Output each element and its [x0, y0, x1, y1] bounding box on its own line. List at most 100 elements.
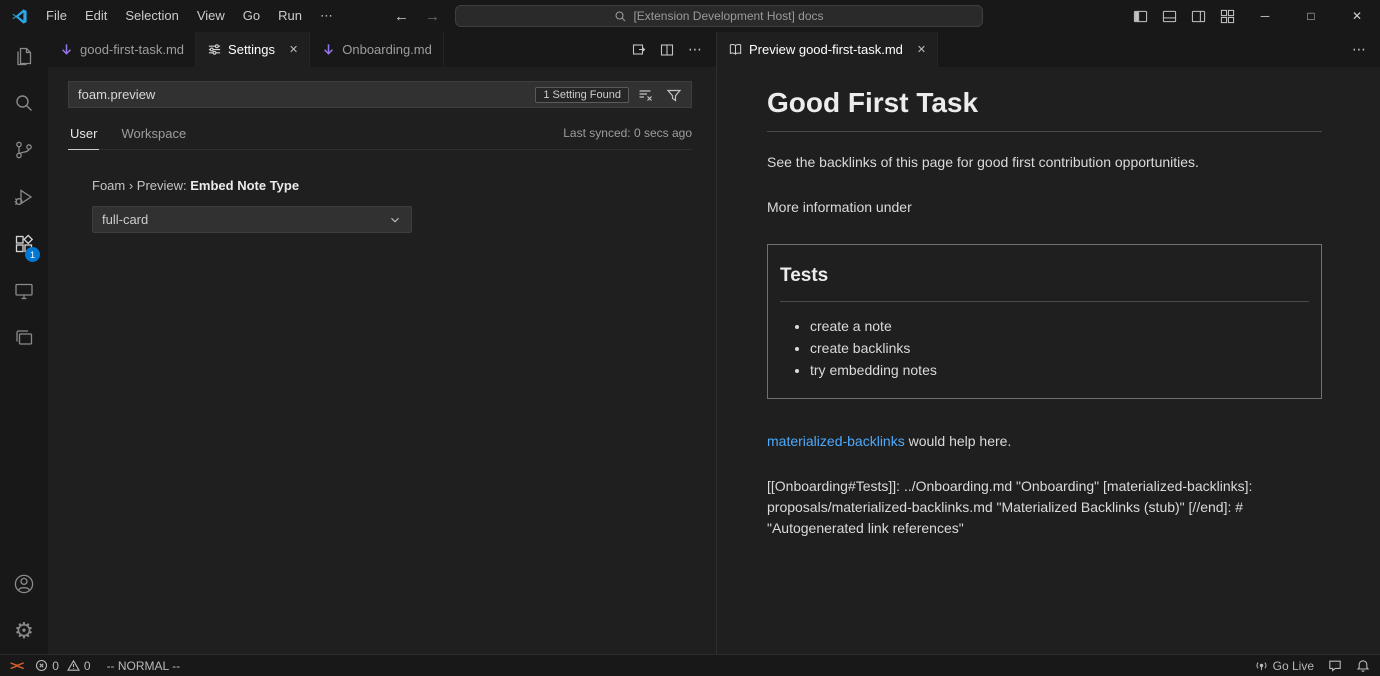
embedded-note-heading: Tests — [780, 265, 1309, 302]
run-debug-icon[interactable] — [0, 173, 48, 220]
vscode-logo-icon — [11, 7, 29, 25]
settings-tune-icon — [207, 42, 222, 57]
left-editor-actions: ⋯ — [628, 32, 716, 67]
chevron-down-icon — [388, 213, 402, 227]
close-button[interactable]: ✕ — [1334, 0, 1380, 32]
customize-layout-icon[interactable] — [1213, 0, 1242, 32]
forward-icon[interactable]: → — [425, 8, 440, 25]
scope-tab-user[interactable]: User — [68, 122, 99, 150]
preview-paragraph: More information under — [767, 197, 1322, 218]
warning-count: 0 — [84, 659, 91, 673]
back-icon[interactable]: ← — [394, 8, 409, 25]
list-item: try embedding notes — [810, 362, 1309, 378]
menu-go[interactable]: Go — [234, 0, 269, 32]
remote-indicator-icon[interactable]: >< — [10, 658, 23, 673]
embedded-note-list: create a note create backlinks try embed… — [780, 318, 1309, 378]
link-paragraph: materialized-backlinks would help here. — [767, 431, 1322, 452]
problems-indicator[interactable]: 0 0 — [35, 659, 94, 673]
explorer-icon[interactable] — [0, 32, 48, 79]
clear-search-filters-icon[interactable] — [635, 84, 657, 106]
tab-label: Onboarding.md — [342, 42, 432, 57]
menu-more-icon[interactable]: ⋯ — [311, 0, 342, 32]
editor-group-left: good-first-task.md Settings ✕ Onboarding… — [48, 32, 716, 654]
tab-close-icon[interactable]: ✕ — [917, 43, 926, 56]
command-center[interactable]: [Extension Development Host] docs — [455, 5, 983, 27]
tab-onboarding[interactable]: Onboarding.md — [310, 32, 444, 67]
menu-file[interactable]: File — [37, 0, 76, 32]
vscode-window: File Edit Selection View Go Run ⋯ ← → [E… — [0, 0, 1380, 676]
titlebar-right: ─ □ ✕ — [1126, 0, 1380, 32]
toggle-primary-sidebar-icon[interactable] — [1126, 0, 1155, 32]
menu-run[interactable]: Run — [269, 0, 311, 32]
setting-name: Embed Note Type — [190, 178, 299, 193]
filter-funnel-icon[interactable] — [663, 84, 685, 106]
warning-icon — [67, 659, 80, 672]
settings-search-input[interactable]: foam.preview 1 Setting Found — [68, 81, 692, 108]
embed-note-type-select[interactable]: full-card — [92, 206, 412, 233]
settings-scope-tabs: User Workspace Last synced: 0 secs ago — [68, 122, 692, 150]
notifications-bell-icon[interactable] — [1356, 659, 1370, 673]
more-actions-icon[interactable]: ⋯ — [684, 39, 706, 61]
tab-good-first-task[interactable]: good-first-task.md — [48, 32, 196, 67]
accounts-icon[interactable] — [0, 560, 48, 607]
settings-gear-icon[interactable]: ⚙ — [0, 607, 48, 654]
error-count: 0 — [52, 659, 59, 673]
list-item: create a note — [810, 318, 1309, 334]
preview-paragraph: See the backlinks of this page for good … — [767, 152, 1322, 173]
go-live-label: Go Live — [1273, 659, 1314, 673]
open-settings-json-icon[interactable] — [628, 39, 650, 61]
split-editor-icon[interactable] — [656, 39, 678, 61]
activity-bar: 1 ⚙ — [0, 32, 48, 654]
last-synced-label: Last synced: 0 secs ago — [563, 126, 692, 149]
menu-edit[interactable]: Edit — [76, 0, 116, 32]
right-tab-bar: Preview good-first-task.md ✕ ⋯ — [717, 32, 1380, 67]
more-actions-icon[interactable]: ⋯ — [1348, 39, 1370, 61]
error-icon — [35, 659, 48, 672]
preview-heading: Good First Task — [767, 87, 1322, 132]
extensions-badge: 1 — [25, 247, 40, 262]
menu-bar: File Edit Selection View Go Run ⋯ — [37, 0, 342, 32]
settings-search-value: foam.preview — [78, 87, 529, 102]
tab-label: Settings — [228, 42, 275, 57]
setting-title: Foam › Preview: Embed Note Type — [92, 178, 692, 193]
tab-close-icon[interactable]: ✕ — [289, 43, 298, 56]
panels-icon[interactable] — [0, 314, 48, 361]
command-center-label: [Extension Development Host] docs — [633, 9, 823, 23]
right-editor-actions: ⋯ — [1348, 32, 1380, 67]
minimize-button[interactable]: ─ — [1242, 0, 1288, 32]
tab-preview-good-first-task[interactable]: Preview good-first-task.md ✕ — [717, 32, 938, 67]
markdown-icon — [321, 42, 336, 57]
list-item: create backlinks — [810, 340, 1309, 356]
workbench: 1 ⚙ good-first-tas — [0, 32, 1380, 654]
markdown-preview: Good First Task See the backlinks of thi… — [717, 67, 1380, 654]
toggle-secondary-sidebar-icon[interactable] — [1184, 0, 1213, 32]
toggle-panel-icon[interactable] — [1155, 0, 1184, 32]
search-icon — [614, 10, 627, 23]
preview-icon — [728, 42, 743, 57]
tab-label: good-first-task.md — [80, 42, 184, 57]
remote-explorer-icon[interactable] — [0, 267, 48, 314]
menu-view[interactable]: View — [188, 0, 234, 32]
source-control-icon[interactable] — [0, 126, 48, 173]
scope-tab-workspace[interactable]: Workspace — [119, 122, 188, 149]
link-references-paragraph: [[Onboarding#Tests]]: ../Onboarding.md "… — [767, 476, 1322, 539]
settings-search-row: foam.preview 1 Setting Found — [68, 81, 692, 108]
vim-mode-indicator: -- NORMAL -- — [107, 659, 181, 673]
maximize-button[interactable]: □ — [1288, 0, 1334, 32]
history-nav: ← → — [394, 0, 440, 32]
go-live-button[interactable]: Go Live — [1255, 659, 1314, 673]
feedback-icon[interactable] — [1328, 659, 1342, 673]
left-tab-bar: good-first-task.md Settings ✕ Onboarding… — [48, 32, 716, 67]
title-bar: File Edit Selection View Go Run ⋯ ← → [E… — [0, 0, 1380, 32]
link-tail-text: would help here. — [905, 433, 1012, 449]
menu-selection[interactable]: Selection — [116, 0, 187, 32]
tab-settings[interactable]: Settings ✕ — [196, 32, 310, 67]
search-sidebar-icon[interactable] — [0, 79, 48, 126]
broadcast-icon — [1255, 659, 1268, 672]
extensions-icon[interactable]: 1 — [0, 220, 48, 267]
markdown-icon — [59, 42, 74, 57]
materialized-backlinks-link[interactable]: materialized-backlinks — [767, 433, 905, 449]
tab-label: Preview good-first-task.md — [749, 42, 903, 57]
settings-editor: foam.preview 1 Setting Found User Worksp… — [48, 67, 716, 654]
status-bar: >< 0 0 -- NORMAL -- Go Live — [0, 654, 1380, 676]
